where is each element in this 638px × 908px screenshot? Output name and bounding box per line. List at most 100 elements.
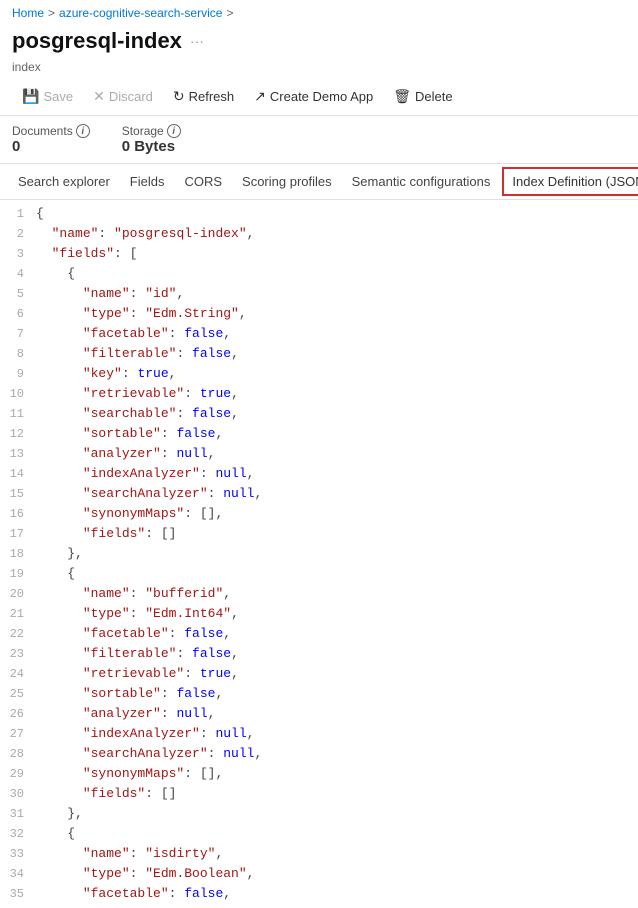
line-number: 29: [0, 764, 36, 784]
tab-search-explorer[interactable]: Search explorer: [8, 166, 120, 199]
line-content: "type": "Edm.Boolean",: [36, 864, 638, 884]
line-content: "fields": []: [36, 524, 638, 544]
line-content: "sortable": false,: [36, 684, 638, 704]
save-button[interactable]: 💾 Save: [12, 84, 83, 109]
line-number: 25: [0, 684, 36, 704]
code-line: 16 "synonymMaps": [],: [0, 504, 638, 524]
tab-scoring-profiles[interactable]: Scoring profiles: [232, 166, 342, 199]
delete-label: Delete: [415, 89, 453, 104]
line-number: 30: [0, 784, 36, 804]
refresh-button[interactable]: ↻ Refresh: [163, 84, 244, 109]
code-line: 28 "searchAnalyzer": null,: [0, 744, 638, 764]
line-content: "analyzer": null,: [36, 444, 638, 464]
line-number: 1: [0, 204, 36, 224]
code-line: 1{: [0, 204, 638, 224]
line-content: "name": "posgresql-index",: [36, 224, 638, 244]
line-number: 35: [0, 884, 36, 904]
code-line: 32 {: [0, 824, 638, 844]
code-line: 19 {: [0, 564, 638, 584]
line-content: "facetable": false,: [36, 324, 638, 344]
create-demo-label: Create Demo App: [270, 89, 373, 104]
code-line: 4 {: [0, 264, 638, 284]
line-content: "indexAnalyzer": null,: [36, 464, 638, 484]
discard-icon: ✕: [93, 88, 105, 105]
line-content: "retrievable": true,: [36, 664, 638, 684]
line-content: "synonymMaps": [],: [36, 764, 638, 784]
code-line: 2 "name": "posgresql-index",: [0, 224, 638, 244]
line-number: 19: [0, 564, 36, 584]
breadcrumb-sep2: >: [226, 6, 233, 20]
line-number: 4: [0, 264, 36, 284]
line-content: {: [36, 824, 638, 844]
line-number: 31: [0, 804, 36, 824]
line-number: 6: [0, 304, 36, 324]
line-content: {: [36, 264, 638, 284]
storage-stat: Storage i 0 Bytes: [122, 124, 181, 155]
code-line: 31 },: [0, 804, 638, 824]
code-line: 26 "analyzer": null,: [0, 704, 638, 724]
storage-label: Storage i: [122, 124, 181, 138]
code-line: 10 "retrievable": true,: [0, 384, 638, 404]
breadcrumb-service[interactable]: azure-cognitive-search-service: [59, 6, 222, 20]
tab-semantic-configurations[interactable]: Semantic configurations: [342, 166, 501, 199]
code-line: 22 "facetable": false,: [0, 624, 638, 644]
discard-label: Discard: [109, 89, 153, 104]
line-number: 11: [0, 404, 36, 424]
line-content: "searchable": false,: [36, 404, 638, 424]
refresh-label: Refresh: [189, 89, 235, 104]
line-content: "synonymMaps": [],: [36, 504, 638, 524]
line-number: 24: [0, 664, 36, 684]
discard-button[interactable]: ✕ Discard: [83, 84, 163, 109]
line-content: "facetable": false,: [36, 624, 638, 644]
documents-info-icon[interactable]: i: [76, 124, 90, 138]
tab-index-definition[interactable]: Index Definition (JSON): [502, 167, 638, 196]
code-line: 8 "filterable": false,: [0, 344, 638, 364]
line-content: {: [36, 564, 638, 584]
line-content: "indexAnalyzer": null,: [36, 724, 638, 744]
line-content: "name": "isdirty",: [36, 844, 638, 864]
save-label: Save: [43, 89, 73, 104]
documents-value: 0: [12, 138, 90, 155]
delete-icon: 🗑: [393, 88, 411, 105]
breadcrumb-sep1: >: [48, 6, 55, 20]
page-subtitle: index: [0, 60, 638, 80]
line-content: "retrievable": true,: [36, 384, 638, 404]
line-content: "type": "Edm.String",: [36, 304, 638, 324]
stats-bar: Documents i 0 Storage i 0 Bytes: [0, 116, 638, 164]
code-area: 1{2 "name": "posgresql-index",3 "fields"…: [0, 200, 638, 908]
line-content: },: [36, 804, 638, 824]
line-number: 8: [0, 344, 36, 364]
code-line: 27 "indexAnalyzer": null,: [0, 724, 638, 744]
line-number: 23: [0, 644, 36, 664]
code-line: 17 "fields": []: [0, 524, 638, 544]
delete-button[interactable]: 🗑 Delete: [383, 84, 462, 109]
code-line: 13 "analyzer": null,: [0, 444, 638, 464]
line-content: "filterable": false,: [36, 644, 638, 664]
line-number: 32: [0, 824, 36, 844]
code-line: 18 },: [0, 544, 638, 564]
line-content: "sortable": false,: [36, 424, 638, 444]
breadcrumb-home[interactable]: Home: [12, 6, 44, 20]
code-line: 35 "facetable": false,: [0, 884, 638, 904]
code-line: 11 "searchable": false,: [0, 404, 638, 424]
line-number: 10: [0, 384, 36, 404]
line-number: 20: [0, 584, 36, 604]
line-number: 2: [0, 224, 36, 244]
line-content: "searchAnalyzer": null,: [36, 484, 638, 504]
tab-cors[interactable]: CORS: [174, 166, 232, 199]
code-line: 29 "synonymMaps": [],: [0, 764, 638, 784]
line-number: 9: [0, 364, 36, 384]
line-content: "facetable": false,: [36, 884, 638, 904]
code-line: 6 "type": "Edm.String",: [0, 304, 638, 324]
line-number: 3: [0, 244, 36, 264]
create-demo-button[interactable]: ↗ Create Demo App: [244, 84, 383, 109]
tab-fields[interactable]: Fields: [120, 166, 175, 199]
documents-stat: Documents i 0: [12, 124, 90, 155]
code-line: 24 "retrievable": true,: [0, 664, 638, 684]
code-line: 15 "searchAnalyzer": null,: [0, 484, 638, 504]
storage-info-icon[interactable]: i: [167, 124, 181, 138]
more-options-icon[interactable]: ···: [190, 33, 204, 49]
line-number: 16: [0, 504, 36, 524]
line-number: 17: [0, 524, 36, 544]
code-line: 7 "facetable": false,: [0, 324, 638, 344]
